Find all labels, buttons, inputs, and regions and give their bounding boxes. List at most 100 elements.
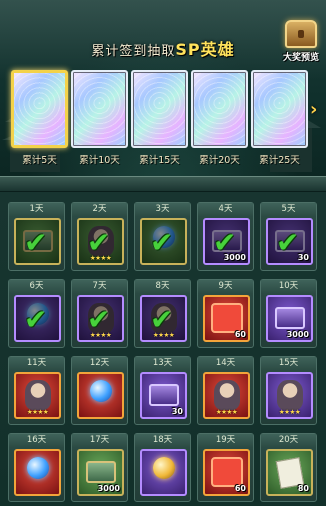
claimed-check-icon: ✔ [150, 226, 174, 259]
day-reward-cell[interactable]: 2天 ✔ ★★★★ [71, 202, 128, 271]
milestone-card[interactable] [131, 70, 188, 148]
day-reward-cell[interactable]: 17天 3000 [71, 433, 128, 502]
day-label: 10天 [261, 280, 316, 293]
day-reward-cell[interactable]: 8天 ✔ ★★★★ [134, 279, 191, 348]
day-reward-cell[interactable]: 1天 ✔ [8, 202, 65, 271]
star-rating: ★★★★ [152, 331, 175, 339]
orb-icon [90, 380, 112, 402]
reward-quantity: 60 [234, 484, 246, 493]
reward-item: ✔ 30 [266, 218, 313, 265]
top-banner: 累计签到抽取SP英雄 大奖预览 累计5天 累计10天 累计15天 累计20天 累计25天… [0, 0, 326, 178]
milestone-card[interactable] [251, 70, 308, 148]
reward-item: 30 [140, 372, 187, 419]
orb-gold-icon [153, 457, 175, 479]
star-rating: ★★★★ [89, 331, 112, 339]
orb-icon [27, 457, 49, 479]
daily-reward-grid: 1天 ✔ 2天 ✔ ★★★★ 3天 ✔ 4天 ✔ 3000 5天 ✔ 30 6天 ✔ 7天 ✔ ★★★★ 8天 ✔ ★★… [0, 192, 326, 506]
claimed-check-icon: ✔ [24, 226, 48, 259]
reward-item [77, 372, 124, 419]
grand-prize-preview-button[interactable]: 大奖预览 [278, 20, 324, 68]
day-label: 5天 [261, 203, 316, 216]
reward-item: ★★★★ [203, 372, 250, 419]
star-rating: ★★★★ [278, 408, 301, 416]
day-reward-cell[interactable]: 14天 ★★★★ [197, 356, 254, 425]
title-suffix: 英雄 [200, 40, 235, 59]
reward-item: 3000 [77, 449, 124, 496]
puzzle-piece-icon [211, 457, 243, 487]
day-label: 17天 [72, 434, 127, 447]
reward-quantity: 3000 [286, 330, 309, 339]
reward-item: ✔ ★★★★ [77, 218, 124, 265]
day-label: 14天 [198, 357, 253, 370]
day-reward-cell[interactable]: 20天 80 [260, 433, 317, 502]
reward-item: ★★★★ [266, 372, 313, 419]
day-reward-cell[interactable]: 7天 ✔ ★★★★ [71, 279, 128, 348]
day-reward-cell[interactable]: 19天 60 [197, 433, 254, 502]
day-label: 19天 [198, 434, 253, 447]
day-label: 1天 [9, 203, 64, 216]
day-reward-cell[interactable]: 15天 ★★★★ [260, 356, 317, 425]
day-reward-cell[interactable]: 9天 60 [197, 279, 254, 348]
chest-icon [149, 384, 179, 406]
reward-quantity: 60 [234, 330, 246, 339]
title-prefix: 累计签到抽取 [91, 44, 176, 59]
hero-icon [277, 380, 303, 410]
reward-item: ✔ 3000 [203, 218, 250, 265]
milestone-card[interactable] [11, 70, 68, 148]
day-label: 20天 [261, 434, 316, 447]
star-rating: ★★★★ [215, 408, 238, 416]
treasure-chest-icon [285, 20, 317, 48]
day-label: 12天 [72, 357, 127, 370]
day-reward-cell[interactable]: 4天 ✔ 3000 [197, 202, 254, 271]
day-label: 13天 [135, 357, 190, 370]
milestone-label: 累计15天 [139, 155, 180, 166]
claimed-check-icon: ✔ [24, 303, 48, 336]
reward-item: ★★★★ [14, 372, 61, 419]
chest-icon [275, 307, 305, 329]
reward-item: ✔ [14, 218, 61, 265]
milestone-label: 累计10天 [79, 155, 120, 166]
reward-item: 60 [203, 295, 250, 342]
milestone-card[interactable] [191, 70, 248, 148]
preview-label: 大奖预览 [282, 53, 319, 63]
day-label: 11天 [9, 357, 64, 370]
reward-quantity: 30 [297, 253, 309, 262]
day-label: 6天 [9, 280, 64, 293]
day-reward-cell[interactable]: 12天 [71, 356, 128, 425]
day-label: 15天 [261, 357, 316, 370]
star-rating: ★★★★ [89, 254, 112, 262]
hero-icon [25, 380, 51, 410]
day-label: 3天 [135, 203, 190, 216]
day-label: 9天 [198, 280, 253, 293]
reward-item: ✔ [14, 295, 61, 342]
day-reward-cell[interactable]: 13天 30 [134, 356, 191, 425]
title-sp: SP [175, 40, 201, 59]
reward-item: ✔ ★★★★ [77, 295, 124, 342]
star-rating: ★★★★ [26, 408, 49, 416]
reward-item: ✔ [140, 218, 187, 265]
day-label: 8天 [135, 280, 190, 293]
day-reward-cell[interactable]: 3天 ✔ [134, 202, 191, 271]
day-reward-cell[interactable]: 10天 3000 [260, 279, 317, 348]
day-label: 16天 [9, 434, 64, 447]
day-reward-cell[interactable]: 6天 ✔ [8, 279, 65, 348]
reward-quantity: 3000 [223, 253, 246, 262]
chest-icon [86, 461, 116, 483]
milestone-label: 累计25天 [259, 155, 300, 166]
day-reward-cell[interactable]: 5天 ✔ 30 [260, 202, 317, 271]
reward-item [14, 449, 61, 496]
next-arrow-icon[interactable]: › [310, 100, 324, 120]
day-reward-cell[interactable]: 11天 ★★★★ [8, 356, 65, 425]
day-label: 4天 [198, 203, 253, 216]
day-reward-cell[interactable]: 18天 [134, 433, 191, 502]
day-reward-cell[interactable]: 16天 [8, 433, 65, 502]
milestone-label: 累计20天 [199, 155, 240, 166]
milestone-card[interactable] [71, 70, 128, 148]
reward-item: 80 [266, 449, 313, 496]
reward-item [140, 449, 187, 496]
reward-quantity: 30 [171, 407, 183, 416]
milestone-label: 累计5天 [22, 155, 57, 166]
reward-item: ✔ ★★★★ [140, 295, 187, 342]
reward-item: 3000 [266, 295, 313, 342]
hero-icon [214, 380, 240, 410]
